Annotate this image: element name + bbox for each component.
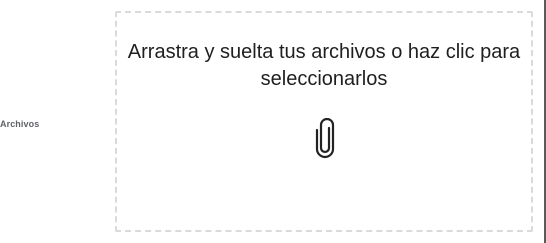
dropzone-instruction-text: Arrastra y suelta tus archivos o haz cli… <box>127 41 521 90</box>
file-dropzone[interactable]: Arrastra y suelta tus archivos o haz cli… <box>115 11 533 232</box>
file-upload-panel: Archivos Arrastra y suelta tus archivos … <box>0 0 546 243</box>
archivos-label: Archivos <box>0 119 40 129</box>
paperclip-icon <box>315 118 335 159</box>
